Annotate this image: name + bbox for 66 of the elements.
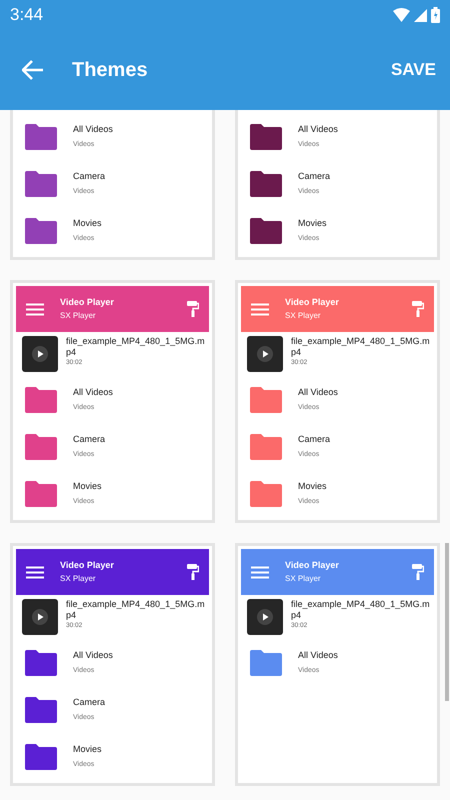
header-title: Video Player xyxy=(285,559,340,572)
paint-roller-icon xyxy=(412,301,424,317)
play-icon xyxy=(32,346,48,362)
folder-icon xyxy=(25,650,57,676)
video-thumbnail[interactable] xyxy=(22,336,58,372)
folder-name: Movies xyxy=(298,216,327,230)
header-subtitle: SX Player xyxy=(60,572,97,585)
paint-roller-icon xyxy=(412,564,424,580)
file-name: file_example_MP4_480_1_5MG.mp4 xyxy=(291,336,430,358)
video-thumbnail[interactable] xyxy=(22,599,58,635)
folder-name: Movies xyxy=(73,742,102,756)
folder-name: All Videos xyxy=(298,648,338,662)
folder-icon xyxy=(25,170,57,196)
paint-roller-icon xyxy=(187,564,199,580)
header-subtitle: SX Player xyxy=(285,310,322,322)
menu-icon xyxy=(26,302,44,316)
folder-name: Camera xyxy=(298,170,330,182)
folder-icon xyxy=(25,696,57,722)
folder-name: Movies xyxy=(298,480,327,492)
folder-icon xyxy=(25,480,57,506)
folder-name: Camera xyxy=(73,696,106,708)
video-thumbnail[interactable] xyxy=(247,336,283,372)
folder-icon xyxy=(250,386,282,412)
folder-name: Camera xyxy=(73,170,106,182)
file-name: file_example_MP4_480_1_5MG.mp4 xyxy=(291,599,430,621)
video-thumbnail[interactable] xyxy=(247,599,283,635)
file-name: file_example_MP4_480_1_5MG.mp4 xyxy=(66,336,205,358)
folder-icon xyxy=(25,386,57,412)
folder-icon xyxy=(250,434,282,460)
header-title: Video Player xyxy=(60,559,115,572)
header-subtitle: SX Player xyxy=(285,572,322,585)
folder-name: Movies xyxy=(73,216,102,230)
folder-name: All Videos xyxy=(73,386,113,398)
folder-icon xyxy=(25,124,57,150)
menu-icon xyxy=(251,566,269,578)
menu-icon xyxy=(251,302,269,316)
wifi-icon xyxy=(393,8,410,22)
folder-icon xyxy=(250,124,282,150)
folder-name: All Videos xyxy=(73,122,113,136)
folder-name: All Videos xyxy=(298,122,338,136)
play-icon xyxy=(32,609,48,625)
battery-icon xyxy=(431,7,440,23)
folder-name: Movies xyxy=(73,480,102,492)
screen-title: Themes xyxy=(72,58,148,83)
play-icon xyxy=(257,609,273,625)
folder-icon xyxy=(25,744,57,770)
status-time: 3:44 xyxy=(10,4,44,26)
play-icon xyxy=(257,346,273,362)
file-name: file_example_MP4_480_1_5MG.mp4 xyxy=(66,599,205,621)
header-subtitle: SX Player xyxy=(60,310,97,322)
signal-icon xyxy=(414,8,427,22)
folder-name: All Videos xyxy=(298,386,338,398)
folder-icon xyxy=(250,170,282,196)
header-title: Video Player xyxy=(60,296,115,310)
folder-name: Camera xyxy=(73,432,106,446)
back-icon[interactable] xyxy=(22,60,44,80)
menu-icon xyxy=(26,566,44,578)
folder-icon xyxy=(25,218,57,244)
folder-icon xyxy=(250,480,282,506)
paint-roller-icon xyxy=(187,301,199,317)
folder-icon xyxy=(250,650,282,676)
folder-name: All Videos xyxy=(73,648,113,662)
folder-name: Camera xyxy=(298,432,330,446)
folder-icon xyxy=(25,434,57,460)
header-title: Video Player xyxy=(285,296,340,310)
folder-icon xyxy=(250,218,282,244)
